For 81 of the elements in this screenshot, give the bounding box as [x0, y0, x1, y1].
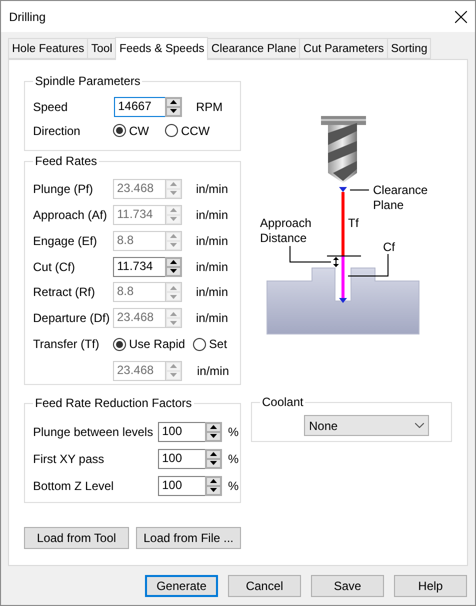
feed-rate-field[interactable]: 11.734: [113, 256, 165, 277]
radio-button[interactable]: CW: [113, 124, 149, 138]
leader-line: [348, 254, 388, 276]
up-arrow-icon[interactable]: [170, 260, 177, 264]
leader-line: [290, 246, 332, 262]
down-arrow-icon[interactable]: [210, 434, 217, 438]
radio-circle[interactable]: [113, 124, 126, 137]
dialog-button[interactable]: Cancel: [228, 575, 301, 597]
field-label: Bottom Z Level: [33, 478, 115, 492]
dialog-button[interactable]: Generate: [145, 575, 218, 597]
cf-label: Cf: [383, 240, 395, 254]
spinner[interactable]: [165, 256, 182, 277]
field-label: Approach (Af): [33, 208, 108, 222]
down-arrow-icon[interactable]: [170, 109, 177, 113]
unit-label: in/min: [196, 208, 228, 222]
tab[interactable]: Feeds & Speeds: [115, 37, 208, 60]
factor-field[interactable]: 100: [158, 422, 205, 442]
tab[interactable]: Tool: [87, 38, 116, 59]
dimension-arrow: [333, 256, 339, 268]
window-title: Drilling: [9, 10, 46, 24]
down-arrow-icon[interactable]: [170, 269, 177, 274]
tab[interactable]: Cut Parameters: [299, 38, 388, 59]
group-title: Feed Rates: [33, 154, 100, 168]
field-label: Speed: [33, 100, 69, 114]
cut-path-line: [342, 256, 344, 299]
tab[interactable]: Sorting: [386, 38, 432, 59]
up-arrow-icon[interactable]: [210, 452, 217, 456]
factor-field[interactable]: 100: [158, 476, 205, 496]
tf-label: Tf: [348, 216, 359, 230]
spinner[interactable]: [205, 476, 222, 496]
load-button[interactable]: Load from File ...: [136, 527, 241, 549]
unit-label: RPM: [196, 100, 223, 114]
factor-field[interactable]: 100: [158, 448, 205, 468]
field-label: Direction: [33, 124, 82, 138]
tab[interactable]: Hole Features: [8, 38, 88, 59]
dialog-button[interactable]: Help: [394, 575, 467, 597]
unit-label: %: [228, 478, 239, 492]
radio-button[interactable]: CCW: [165, 124, 210, 138]
spinner[interactable]: [205, 422, 222, 442]
spinner[interactable]: [165, 96, 182, 116]
field-label: Departure (Df): [33, 311, 111, 326]
spinner[interactable]: [205, 448, 222, 468]
drill-bit-icon: [321, 116, 366, 183]
close-icon[interactable]: [455, 10, 467, 22]
distance-label: Distance: [260, 231, 307, 245]
tab[interactable]: Clearance Plane: [207, 38, 300, 59]
group-title: Feed Rate Reduction Factors: [33, 396, 194, 410]
rapid-path-line: [342, 192, 344, 256]
chevron-down-icon: [415, 423, 424, 428]
down-arrow-icon[interactable]: [210, 461, 217, 465]
coolant-dropdown[interactable]: None: [304, 415, 429, 436]
unit-label: in/min: [196, 260, 228, 274]
plane-label: Plane: [373, 198, 404, 212]
up-arrow-icon[interactable]: [210, 425, 217, 429]
approach-label: Approach: [260, 216, 312, 230]
radio-circle[interactable]: [165, 124, 178, 137]
dialog-button[interactable]: Save: [311, 575, 384, 597]
clearance-label: Clearance: [373, 183, 428, 197]
up-arrow-icon[interactable]: [210, 479, 217, 483]
field-label: Transfer (Tf): [33, 337, 100, 352]
field-label: First XY pass: [33, 452, 106, 466]
unit-label: in/min: [196, 234, 228, 248]
unit-label: in/min: [197, 364, 230, 378]
clearance-marker-icon: [339, 187, 347, 192]
field-label: Cut (Cf): [33, 260, 76, 274]
down-arrow-icon[interactable]: [210, 488, 217, 492]
field-label: Retract (Rf): [33, 285, 96, 300]
load-button[interactable]: Load from Tool: [24, 527, 129, 549]
field-label: Engage (Ef): [33, 234, 98, 248]
unit-label: %: [228, 452, 239, 466]
depth-marker-icon: [339, 298, 347, 303]
unit-label: in/min: [196, 311, 228, 326]
field-label: Plunge between levels: [33, 424, 154, 438]
up-arrow-icon[interactable]: [170, 100, 177, 104]
group-title: Coolant: [260, 395, 306, 409]
field-label: Plunge (Pf): [33, 182, 94, 196]
speed-field[interactable]: 14667: [114, 96, 165, 116]
group-title: Spindle Parameters: [33, 74, 142, 88]
unit-label: %: [228, 424, 239, 438]
unit-label: in/min: [196, 182, 228, 196]
unit-label: in/min: [196, 285, 228, 300]
